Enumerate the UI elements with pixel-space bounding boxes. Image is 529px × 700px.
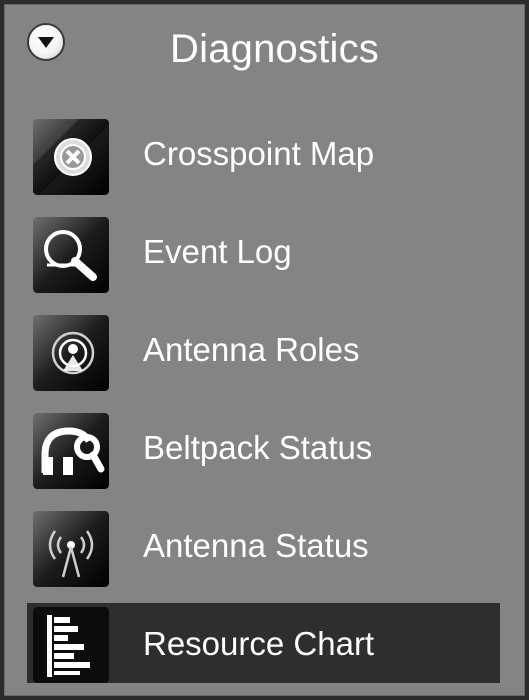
menu-item-label: Antenna Status xyxy=(143,527,369,564)
beltpack-icon xyxy=(33,413,109,489)
menu-item-label: Crosspoint Map xyxy=(143,135,375,172)
diagnostics-panel: Diagnostics Crosspoint Map Event Log Ant… xyxy=(4,4,525,696)
menu-item-crosspoint-map[interactable]: Crosspoint Map xyxy=(27,115,498,195)
antenna-roles-icon xyxy=(33,315,109,391)
menu-item-antenna-status[interactable]: Antenna Status xyxy=(27,507,498,587)
menu-item-label: Resource Chart xyxy=(143,625,375,662)
menu-item-antenna-roles[interactable]: Antenna Roles xyxy=(27,311,498,391)
menu-item-resource-chart[interactable]: Resource Chart xyxy=(27,603,500,683)
menu-item-label: Antenna Roles xyxy=(143,331,360,368)
menu-item-event-log[interactable]: Event Log xyxy=(27,213,498,293)
menu-item-beltpack-status[interactable]: Beltpack Status xyxy=(27,409,498,489)
crosspoint-icon xyxy=(33,119,109,195)
menu-item-label: Beltpack Status xyxy=(143,429,373,466)
antenna-signal-icon xyxy=(33,511,109,587)
panel-header[interactable]: Diagnostics xyxy=(5,5,524,101)
menu-item-label: Event Log xyxy=(143,233,292,270)
magnifier-icon xyxy=(33,217,109,293)
panel-title: Diagnostics xyxy=(170,27,379,71)
bar-chart-icon xyxy=(33,607,109,683)
